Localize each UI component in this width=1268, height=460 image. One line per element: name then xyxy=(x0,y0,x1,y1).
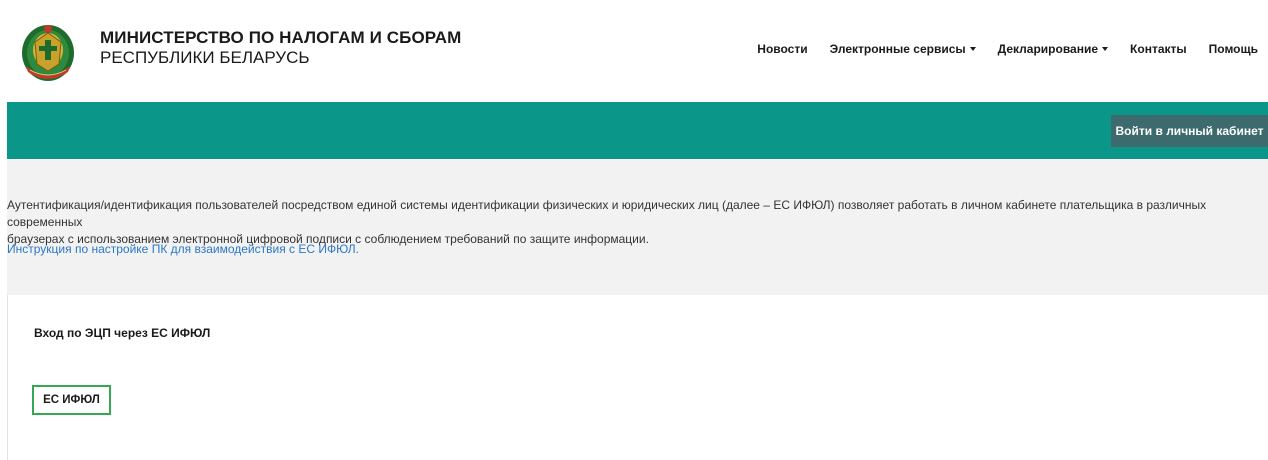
nav-item-e-services-label: Электронные сервисы xyxy=(829,42,966,56)
setup-instruction-link[interactable]: Инструкция по настройке ПК для взаимодей… xyxy=(7,242,359,256)
nav-item-declaration[interactable]: Декларирование xyxy=(997,42,1109,56)
login-panel-title: Вход по ЭЦП через ЕС ИФЮЛ xyxy=(34,326,211,340)
brand-subtitle: РЕСПУБЛИКИ БЕЛАРУСЬ xyxy=(100,48,310,67)
nav-item-news[interactable]: Новости xyxy=(757,42,807,56)
chevron-down-icon xyxy=(1102,47,1109,51)
brand[interactable]: МИНИСТЕРСТВО ПО НАЛОГАМ И СБОРАМ РЕСПУБЛ… xyxy=(100,28,461,68)
nav-item-e-services[interactable]: Электронные сервисы xyxy=(830,42,976,56)
es-ifyul-button[interactable]: ЕС ИФЮЛ xyxy=(32,385,111,415)
nav-item-help-label: Помощь xyxy=(1208,42,1258,56)
login-cabinet-button[interactable]: Войти в личный кабинет xyxy=(1111,115,1268,147)
brand-title: МИНИСТЕРСТВО ПО НАЛОГАМ И СБОРАМ xyxy=(100,28,462,47)
main-nav: Новости Электронные сервисы Декларирован… xyxy=(757,39,1268,59)
nav-item-contacts-label: Контакты xyxy=(1130,42,1187,56)
nav-item-news-label: Новости xyxy=(757,42,808,56)
nav-item-declaration-label: Декларирование xyxy=(997,42,1099,56)
nav-item-help[interactable]: Помощь xyxy=(1209,42,1258,56)
login-panel: Вход по ЭЦП через ЕС ИФЮЛ ЕС ИФЮЛ xyxy=(7,295,1268,460)
nav-item-contacts[interactable]: Контакты xyxy=(1130,42,1187,56)
chevron-down-icon xyxy=(969,47,976,51)
site-header: МИНИСТЕРСТВО ПО НАЛОГАМ И СБОРАМ РЕСПУБЛ… xyxy=(0,0,1268,100)
teal-banner: Войти в личный кабинет xyxy=(7,102,1268,159)
ministry-emblem-icon[interactable] xyxy=(20,20,76,82)
info-text: Аутентификация/идентификация пользовател… xyxy=(7,197,1268,248)
info-text-line1: Аутентификация/идентификация пользовател… xyxy=(7,198,1207,229)
